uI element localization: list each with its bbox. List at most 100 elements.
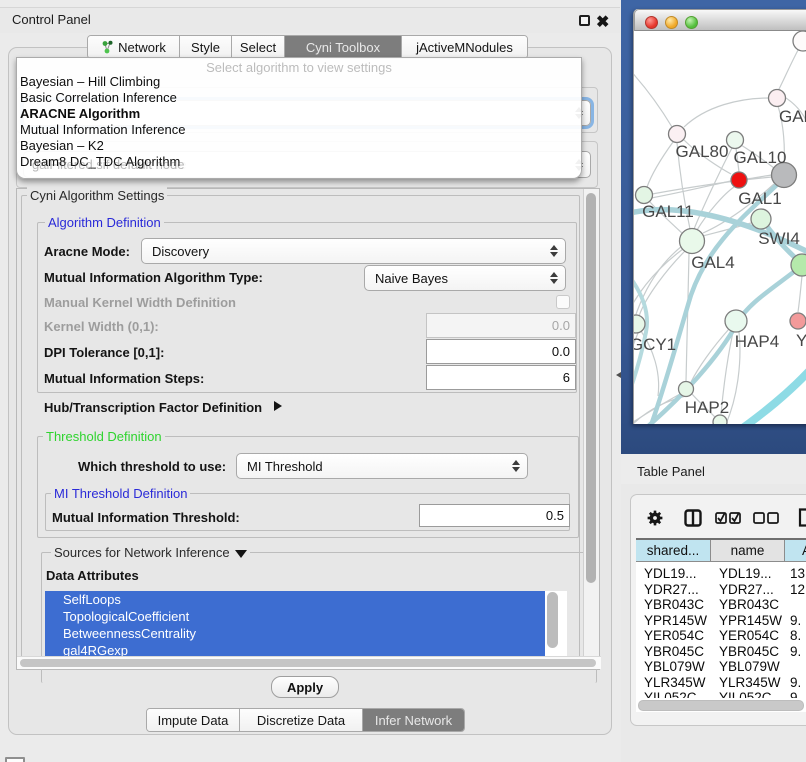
hap4-node[interactable] (725, 310, 747, 332)
unchecked-pair-icon[interactable] (753, 512, 779, 527)
tab[interactable]: Style (180, 36, 232, 58)
gal4-node[interactable] (680, 229, 705, 254)
node-label: GAL10 (734, 148, 787, 167)
network-edge[interactable] (740, 368, 806, 424)
manual-kernel-checkbox[interactable] (556, 295, 570, 309)
table-row[interactable]: YPR145WYPR145W9. (636, 613, 806, 629)
list-scrollbar-thumb[interactable] (547, 592, 558, 648)
gear-icon[interactable] (647, 510, 663, 529)
network-view-window: GAL8GAL80GAL10GAL1GAL11SWI4GAL4GCY1HAP4Y… (633, 9, 806, 424)
table-combobox-value-ghost: galFiltered.sif default node (32, 157, 184, 172)
dropdown-item[interactable]: ARACNE Algorithm (19, 106, 580, 122)
tab[interactable]: jActiveMNodules (402, 36, 527, 58)
icon-shape (715, 512, 741, 524)
close-light-icon[interactable] (645, 16, 658, 29)
icon-shape (800, 510, 806, 526)
attribute-list-item[interactable]: SelfLoops (45, 591, 545, 608)
kernel-width-field[interactable]: 0.0 (426, 313, 576, 338)
collapse-arrow-icon[interactable] (235, 550, 247, 558)
tab[interactable]: Infer Network (363, 709, 464, 731)
aracne-mode-combobox[interactable]: Discovery (141, 238, 566, 264)
tab[interactable]: Cyni Toolbox (285, 36, 402, 58)
float-window-icon[interactable] (579, 15, 590, 26)
which-threshold-combobox[interactable]: MI Threshold (236, 453, 528, 479)
table-cell: 13. (785, 566, 806, 582)
zoom-light-icon[interactable] (685, 16, 698, 29)
column-header-label: AverageShortestPathLength (802, 543, 806, 558)
column-header[interactable]: name (711, 540, 785, 561)
attribute-list-item[interactable]: gal4RGexp (45, 642, 545, 657)
network-canvas[interactable]: GAL8GAL80GAL10GAL1GAL11SWI4GAL4GCY1HAP4Y… (634, 31, 806, 424)
apply-button[interactable]: Apply (271, 676, 339, 698)
gal7-node[interactable] (769, 90, 786, 107)
network-edge[interactable] (647, 142, 673, 187)
icon-shape (768, 513, 778, 523)
settings-horizontal-scrollbar[interactable] (17, 656, 601, 669)
table-cell (785, 597, 806, 613)
hap2-node[interactable] (679, 382, 694, 397)
network-window-titlebar[interactable] (634, 9, 806, 31)
tab[interactable]: Impute Data (147, 709, 240, 731)
minimize-light-icon[interactable] (665, 16, 678, 29)
gal1-node[interactable] (751, 209, 771, 229)
settings-vertical-scrollbar[interactable] (583, 189, 599, 656)
dropdown-item[interactable]: Basic Correlation Inference (19, 90, 580, 106)
attribute-list-item[interactable]: BetweennessCentrality (45, 625, 545, 642)
dropdown-item[interactable]: Bayesian – K2 (19, 138, 580, 154)
top-node[interactable] (793, 31, 806, 51)
gal80-node[interactable] (669, 126, 686, 143)
table-horizontal-scrollbar[interactable] (636, 698, 806, 712)
table-row[interactable]: YBL079WYBL079W (636, 659, 806, 675)
dropdown-item[interactable]: Bayesian – Hill Climbing (19, 74, 580, 90)
minimized-panel-icon[interactable] (5, 757, 25, 762)
table-cell: YDR27... (711, 582, 785, 598)
gal10-node[interactable] (727, 132, 744, 149)
red-node[interactable] (731, 172, 747, 188)
expand-arrow-icon[interactable] (274, 401, 282, 411)
checked-pair-icon[interactable] (715, 512, 741, 527)
scrollbar-thumb[interactable] (20, 659, 596, 667)
tab[interactable]: Discretize Data (240, 709, 363, 731)
column-header[interactable]: shared... (636, 540, 711, 561)
network-edge[interactable] (684, 98, 769, 127)
gcy1-node[interactable] (634, 315, 645, 333)
dpi-tolerance-field[interactable]: 0.0 (426, 339, 576, 364)
network-graph: GAL8GAL80GAL10GAL1GAL11SWI4GAL4GCY1HAP4Y… (634, 31, 806, 424)
mi-type-combobox[interactable]: Naive Bayes (364, 265, 566, 291)
mi-steps-field[interactable]: 6 (426, 365, 576, 390)
table-row[interactable]: YDL19...YDL19...13. (636, 566, 806, 582)
scrollbar-thumb[interactable] (586, 193, 596, 583)
control-panel-title: Control Panel (12, 12, 91, 27)
attribute-list-item[interactable]: TopologicalCoefficient (45, 608, 545, 625)
close-icon[interactable]: ✖ (596, 12, 609, 32)
table-row[interactable]: YBR043CYBR043C (636, 597, 806, 613)
network-edge[interactable] (691, 329, 729, 382)
table-row[interactable]: YDR27...YDR27...12. (636, 582, 806, 598)
column-header[interactable]: AverageShortestPathLength (785, 540, 806, 561)
tab-label: Impute Data (158, 713, 229, 728)
network-edge[interactable] (798, 276, 802, 312)
scrollbar-thumb[interactable] (638, 700, 804, 711)
mi-threshold-field[interactable]: 0.5 (419, 504, 570, 527)
table-row[interactable]: YBR045CYBR045C9. (636, 644, 806, 660)
cytoscape-app: Control Panel ✖ Network (0, 0, 806, 762)
tab[interactable]: Select (232, 36, 285, 58)
split-columns-icon[interactable] (684, 509, 702, 530)
table-row[interactable]: YER054CYER054C8. (636, 628, 806, 644)
gal11-node[interactable] (636, 187, 653, 204)
icon-shape (684, 509, 702, 527)
table-cell: YDL19... (636, 566, 711, 582)
aracne-mode-value: Discovery (142, 244, 209, 259)
new-file-icon[interactable] (798, 508, 806, 530)
table-cell: YBR043C (636, 597, 711, 613)
node-label: GAL11 (642, 202, 694, 221)
dropdown-item[interactable]: Mutual Information Inference (19, 122, 580, 138)
network-edge[interactable] (634, 249, 683, 318)
tab[interactable]: Network (88, 36, 180, 58)
column-header-label: shared... (647, 543, 700, 558)
network-edge[interactable] (634, 66, 672, 127)
salmon-node[interactable] (790, 313, 806, 329)
table-row[interactable]: YLR345WYLR345W9. (636, 675, 806, 691)
table-panel: Table Panel (621, 454, 806, 762)
table-cell: 9. (785, 613, 806, 629)
